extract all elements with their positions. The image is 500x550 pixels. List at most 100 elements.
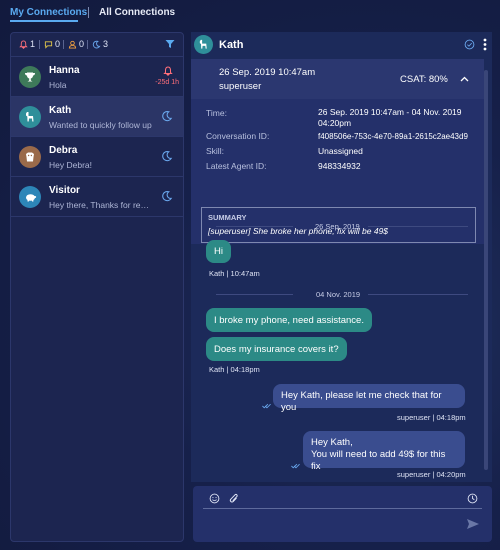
summary-title: SUMMARY [208, 213, 247, 222]
composer-divider [203, 508, 482, 509]
day-divider [368, 226, 468, 227]
detail-value: f408506e-753c-4e70-89a1-2615c2ae43d9 [318, 132, 468, 141]
conversation-item-kath[interactable]: Kath Wanted to quickly follow up [11, 97, 183, 137]
filter-idle-count: 3 [103, 39, 109, 49]
conversation-preview: Hey Debra! [49, 160, 92, 170]
conversation-item-hanna[interactable]: Hanna Hola -25d 1h [11, 57, 183, 97]
chat-header: Kath [191, 32, 492, 58]
message-composer[interactable] [193, 486, 492, 542]
filter-funnel-icon[interactable] [165, 39, 175, 52]
tab-divider [88, 7, 89, 18]
day-label: 26 Sep. 2019 [315, 222, 360, 231]
conversation-list-panel: 1 0 0 3 Hanna Hola -25d 1h Kath Wanted t… [10, 32, 184, 542]
resolve-check-icon[interactable] [464, 39, 475, 53]
day-label: 04 Nov. 2019 [316, 290, 361, 299]
day-divider [368, 294, 468, 295]
message-bubble-customer: Hi [206, 240, 231, 263]
message-bubble-customer: I broke my phone, need assistance. [206, 308, 372, 332]
filter-bar: 1 0 0 3 [11, 33, 183, 57]
trophy-icon [25, 72, 35, 82]
summary-text: [superuser] She broke her phone, fix wil… [208, 226, 389, 236]
moon-icon [161, 150, 173, 165]
tab-my-connections[interactable]: My Connections [10, 7, 87, 18]
filter-messages-count: 0 [55, 39, 61, 49]
conversation-name: Hanna [49, 65, 80, 76]
conversation-name: Visitor [49, 185, 80, 196]
message-text: Hi [214, 246, 223, 257]
conversation-item-visitor[interactable]: Visitor Hey there, Thanks for reaching o… [11, 177, 183, 217]
bell-icon [19, 39, 28, 49]
filter-alerts[interactable]: 1 [19, 39, 35, 49]
message-text: I broke my phone, need assistance. [214, 314, 364, 326]
detail-label: Conversation ID: [206, 131, 270, 141]
avatar [19, 186, 41, 208]
message-text: Does my insurance covers it? [214, 343, 339, 355]
read-receipt-icon [291, 461, 300, 472]
connections-tabs: My Connections All Connections [0, 0, 500, 26]
detail-value: 26 Sep. 2019 10:47am - 04 Nov. 2019 04:2… [318, 107, 462, 128]
conversation-time: -25d 1h [155, 79, 179, 86]
message-bubble-agent: Hey Kath, please let me check that for y… [273, 384, 465, 413]
filter-assigned[interactable]: 0 [68, 39, 84, 49]
filter-messages[interactable]: 0 [44, 39, 60, 49]
conversation-preview: Hey there, Thanks for reaching out [49, 200, 153, 210]
avatar [19, 66, 41, 88]
moon-icon [161, 110, 173, 125]
message-bubble-customer: Does my insurance covers it? [206, 337, 347, 361]
llama-icon [26, 112, 34, 122]
session-user: superuser [219, 81, 262, 92]
user-icon [68, 40, 77, 49]
session-header[interactable]: 26 Sep. 2019 10:47am superuser CSAT: 80% [191, 59, 484, 99]
message-meta: superuser | 04:18pm [397, 413, 466, 422]
more-options-icon[interactable] [483, 38, 487, 54]
chat-panel: Kath 26 Sep. 2019 10:47am superuser CSAT… [191, 32, 492, 482]
message-meta: Kath | 04:18pm [209, 365, 260, 374]
avatar [194, 35, 213, 54]
piggy-icon [25, 194, 36, 202]
bell-icon [163, 66, 173, 79]
conversation-preview: Wanted to quickly follow up [49, 120, 152, 130]
message-text: Hey Kath, please let me check that for y… [281, 390, 442, 413]
conversation-preview: Hola [49, 80, 67, 90]
filter-divider [87, 40, 88, 49]
filter-divider [39, 40, 40, 49]
message-bubble-agent: Hey Kath, You will need to add 49$ for t… [303, 431, 465, 472]
day-divider [216, 226, 293, 227]
conversation-name: Kath [49, 105, 72, 116]
read-receipt-icon [262, 401, 271, 412]
attachment-icon[interactable] [229, 493, 239, 508]
tab-all-connections[interactable]: All Connections [99, 7, 175, 18]
moon-icon [92, 40, 101, 48]
message-meta: superuser | 04:20pm [397, 470, 466, 479]
detail-value: Unassigned [318, 146, 363, 156]
conversation-name: Debra [49, 145, 78, 156]
detail-value: 948334932 [318, 161, 361, 171]
chevron-up-icon[interactable] [460, 74, 469, 85]
chat-bubble-icon [44, 40, 53, 49]
clock-icon[interactable] [467, 493, 478, 507]
detail-label: Skill: [206, 146, 224, 156]
day-divider [216, 294, 293, 295]
dog-icon [26, 152, 34, 162]
moon-icon [161, 190, 173, 205]
llama-icon [199, 39, 207, 49]
filter-alerts-count: 1 [30, 39, 36, 49]
chat-title: Kath [219, 39, 244, 51]
send-icon[interactable] [466, 518, 480, 533]
filter-assigned-count: 0 [79, 39, 85, 49]
avatar [19, 106, 41, 128]
chat-scrollbar[interactable] [484, 70, 488, 470]
filter-divider [63, 40, 64, 49]
detail-label: Time: [206, 108, 227, 118]
conversation-item-debra[interactable]: Debra Hey Debra! [11, 137, 183, 177]
session-date: 26 Sep. 2019 10:47am [219, 67, 316, 78]
detail-label: Latest Agent ID: [206, 161, 267, 171]
message-text: Hey Kath, [311, 437, 353, 448]
emoji-icon[interactable] [209, 493, 220, 507]
filter-idle[interactable]: 3 [92, 39, 108, 49]
active-tab-indicator [10, 20, 78, 22]
conversation-details: 26 Sep. 2019 10:47am superuser CSAT: 80%… [191, 59, 484, 244]
avatar [19, 146, 41, 168]
message-meta: Kath | 10:47am [209, 269, 260, 278]
csat-score: CSAT: 80% [400, 74, 448, 85]
